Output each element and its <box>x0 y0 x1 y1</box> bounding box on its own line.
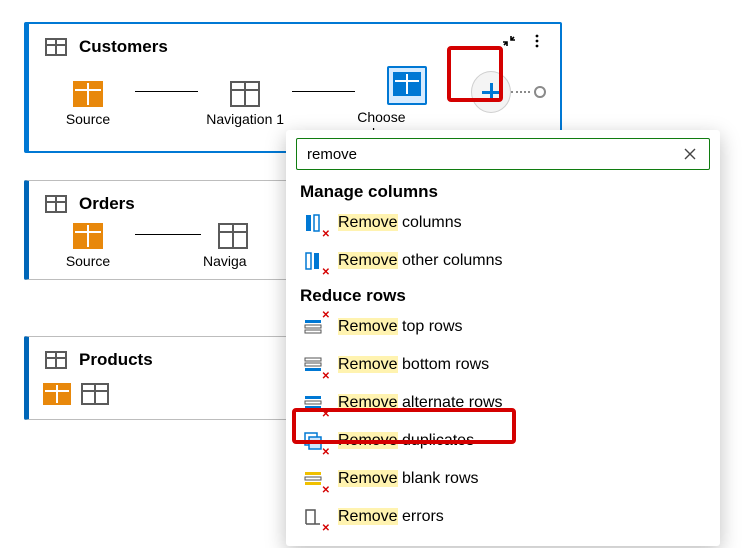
tail-end <box>534 86 546 98</box>
menu-remove-duplicates[interactable]: ✕ Remove duplicates <box>286 422 720 460</box>
remove-top-rows-icon: ✕ <box>300 314 326 340</box>
menu-remove-errors[interactable]: ✕ Remove errors <box>286 498 720 536</box>
collapse-icon[interactable] <box>498 30 520 52</box>
table-icon <box>43 191 69 217</box>
table-icon <box>43 34 69 60</box>
card-title: Customers <box>79 37 168 57</box>
menu-remove-columns[interactable]: ✕ Remove columns <box>286 204 720 242</box>
add-step-button[interactable] <box>471 71 511 113</box>
connector <box>292 91 355 92</box>
step-source[interactable]: Source <box>43 223 133 269</box>
menu-remove-other-columns[interactable]: ✕ Remove other columns <box>286 242 720 280</box>
remove-blank-rows-icon: ✕ <box>300 466 326 492</box>
menu-remove-bottom-rows[interactable]: ✕ Remove bottom rows <box>286 346 720 384</box>
group-header-reduce-rows: Reduce rows <box>286 280 720 308</box>
remove-errors-icon: ✕ <box>300 504 326 530</box>
table-icon <box>43 347 69 373</box>
remove-columns-icon: ✕ <box>300 210 326 236</box>
card-title: Products <box>79 350 153 370</box>
clear-search-icon[interactable] <box>679 143 701 165</box>
step-icon[interactable] <box>43 383 71 405</box>
remove-other-columns-icon: ✕ <box>300 248 326 274</box>
menu-remove-blank-rows[interactable]: ✕ Remove blank rows <box>286 460 720 498</box>
search-field[interactable] <box>296 138 710 170</box>
remove-bottom-rows-icon: ✕ <box>300 352 326 378</box>
group-header-manage-columns: Manage columns <box>286 176 720 204</box>
menu-remove-top-rows[interactable]: ✕ Remove top rows <box>286 308 720 346</box>
connector <box>135 234 201 235</box>
step-source[interactable]: Source <box>43 81 133 127</box>
card-title: Orders <box>79 194 135 214</box>
search-input[interactable] <box>305 145 679 164</box>
more-options-icon[interactable] <box>526 30 548 52</box>
connector <box>135 91 198 92</box>
step-icon[interactable] <box>81 383 109 405</box>
step-navigation-1[interactable]: Navigation 1 <box>200 81 290 127</box>
action-search-panel: Manage columns ✕ Remove columns ✕ Remove… <box>286 130 720 546</box>
plus-icon <box>482 83 500 101</box>
tail-connector <box>511 91 530 93</box>
card-header: Customers <box>29 24 560 62</box>
remove-alternate-rows-icon: ✕ <box>300 390 326 416</box>
menu-remove-alternate-rows[interactable]: ✕ Remove alternate rows <box>286 384 720 422</box>
step-navigation-1[interactable]: Naviga <box>203 223 263 269</box>
remove-duplicates-icon: ✕ <box>300 428 326 454</box>
